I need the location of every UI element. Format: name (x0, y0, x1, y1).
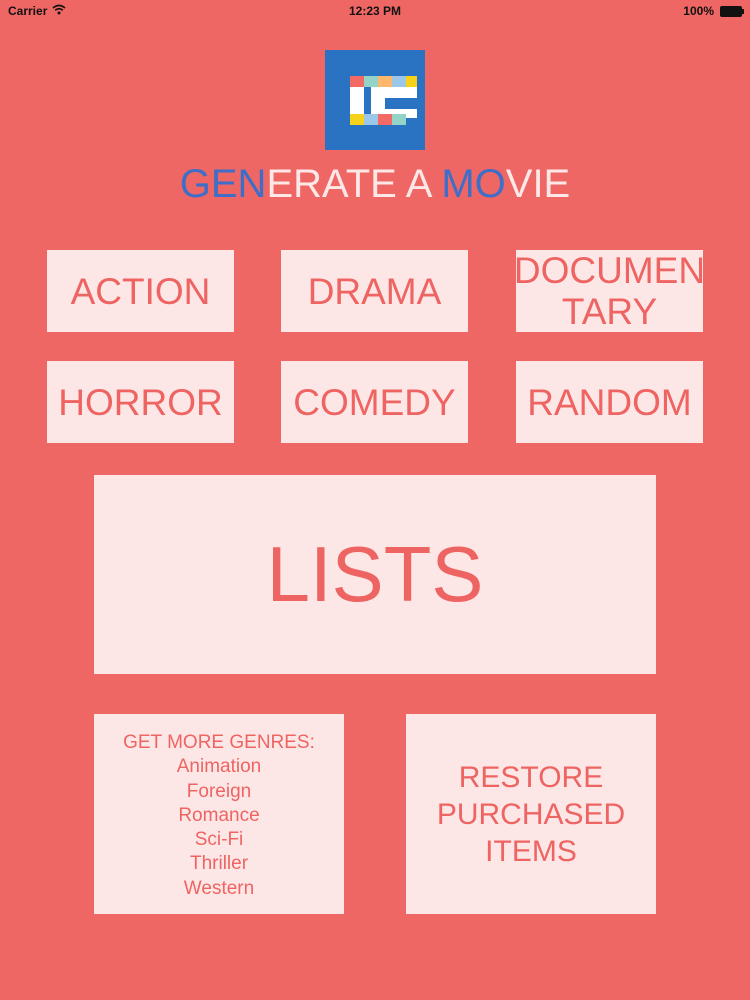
title-part-gen: GEN (179, 162, 267, 206)
action-button[interactable]: ACTION (47, 250, 234, 332)
battery-icon (720, 6, 744, 17)
more-genres-title: GET MORE GENRES: (123, 732, 315, 753)
more-genre-item: Foreign (186, 780, 252, 802)
random-label: RANDOM (527, 381, 692, 423)
drama-button[interactable]: DRAMA (281, 250, 468, 332)
more-genre-item: Romance (178, 804, 260, 826)
get-more-genres-button[interactable]: GET MORE GENRES: Animation Foreign Roman… (94, 714, 344, 914)
more-genre-item: Thriller (189, 853, 249, 875)
more-genre-item: Sci-Fi (194, 829, 244, 851)
more-genre-item: Animation (176, 756, 262, 778)
battery-percent: 100% (683, 4, 714, 18)
app-title: GENERATE A MOVIE (0, 162, 750, 207)
lists-label: LISTS (266, 530, 484, 618)
drama-label: DRAMA (307, 270, 442, 312)
comedy-button[interactable]: COMEDY (281, 361, 468, 443)
title-part-erate: ERATE A (266, 162, 442, 206)
restore-label-line2: PURCHASED (436, 797, 626, 831)
title-part-vie: VIE (505, 162, 571, 206)
restore-purchased-items-button[interactable]: RESTORE PURCHASED ITEMS (406, 714, 656, 914)
generate-a-movie-logo-icon (325, 50, 425, 150)
title-part-mo: MO (441, 162, 506, 206)
restore-label-line3: ITEMS (485, 834, 577, 868)
action-label: ACTION (70, 270, 211, 312)
documentary-label-line1: DOCUMEN (513, 250, 706, 291)
horror-label: HORROR (58, 381, 223, 423)
restore-label-line1: RESTORE (458, 760, 604, 794)
horror-button[interactable]: HORROR (47, 361, 234, 443)
comedy-label: COMEDY (293, 381, 456, 423)
documentary-button[interactable]: DOCUMEN TARY (513, 250, 706, 332)
clock-time: 12:23 PM (348, 4, 402, 18)
lists-button[interactable]: LISTS (94, 475, 656, 674)
status-bar: Carrier 12:23 PM 100% (0, 0, 750, 22)
more-genre-item: Western (183, 877, 255, 899)
random-button[interactable]: RANDOM (516, 361, 703, 443)
documentary-label-line2: TARY (561, 291, 658, 332)
